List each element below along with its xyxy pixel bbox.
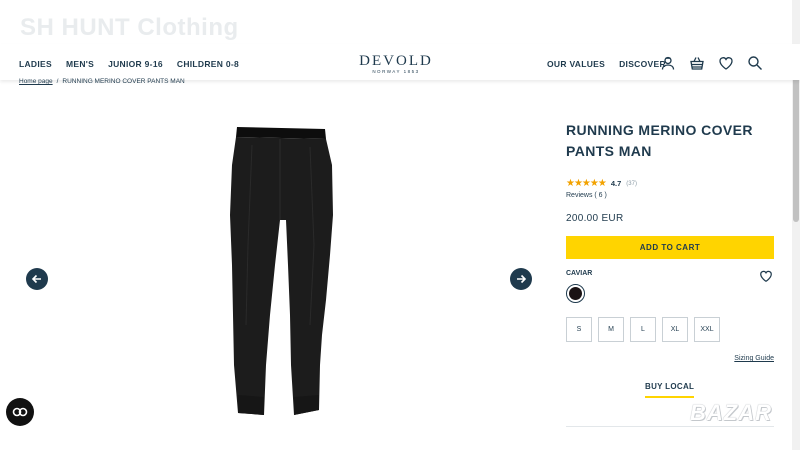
swatch-color-dot — [569, 287, 582, 300]
search-icon[interactable] — [747, 55, 763, 71]
size-option-m[interactable]: M — [598, 317, 624, 342]
arrow-right-icon — [517, 274, 527, 284]
bazar-watermark: BAZAR — [690, 400, 772, 425]
sizing-guide-link[interactable]: Sizing Guide — [734, 355, 774, 362]
nav-item-discover[interactable]: DISCOVER — [619, 59, 666, 69]
buy-local-tab[interactable]: BUY LOCAL — [645, 382, 695, 398]
wishlist-heart-icon[interactable] — [718, 55, 734, 71]
basket-icon[interactable] — [689, 55, 705, 71]
site-header: LADIES MEN'S JUNIOR 9-16 CHILDREN 0-8 DE… — [0, 44, 800, 80]
size-option-l[interactable]: L — [630, 317, 656, 342]
chat-button[interactable] — [6, 398, 34, 426]
nav-item-children[interactable]: CHILDREN 0-8 — [177, 59, 239, 69]
chat-logo-icon — [12, 407, 28, 417]
next-image-button[interactable] — [510, 268, 532, 290]
secondary-nav: OUR VALUES DISCOVER — [547, 59, 666, 69]
product-price: 200.00 EUR — [566, 213, 624, 224]
brand-logo[interactable]: DEVOLD NORWAY 1853 — [355, 53, 437, 74]
product-rating[interactable]: ★★★★★ 4.7 (37) — [566, 178, 637, 189]
watermark-text: SH HUNT Clothing — [20, 14, 239, 41]
nav-item-our-values[interactable]: OUR VALUES — [547, 59, 605, 69]
size-option-xxl[interactable]: XXL — [694, 317, 720, 342]
previous-image-button[interactable] — [26, 268, 48, 290]
logo-brand-text: DEVOLD — [359, 53, 433, 69]
color-swatch-caviar[interactable] — [566, 284, 585, 303]
breadcrumb-separator: / — [56, 78, 59, 85]
header-icons — [660, 55, 763, 71]
add-to-wishlist-heart-icon[interactable] — [759, 269, 773, 283]
account-icon[interactable] — [660, 55, 676, 71]
size-option-s[interactable]: S — [566, 317, 592, 342]
add-to-cart-button[interactable]: ADD TO CART — [566, 236, 774, 259]
product-details: RUNNING MERINO COVER PANTS MAN ★★★★★ 4.7… — [566, 120, 774, 427]
rating-count: (37) — [626, 180, 637, 187]
breadcrumb-home-link[interactable]: Home page — [19, 78, 53, 85]
rating-value: 4.7 — [610, 179, 622, 188]
rating-stars-icon: ★★★★★ — [566, 178, 607, 189]
nav-item-mens[interactable]: MEN'S — [66, 59, 94, 69]
scrollbar-thumb[interactable] — [793, 72, 799, 222]
main-nav: LADIES MEN'S JUNIOR 9-16 CHILDREN 0-8 — [19, 59, 239, 69]
nav-item-ladies[interactable]: LADIES — [19, 59, 52, 69]
arrow-left-icon — [31, 274, 41, 284]
size-option-xl[interactable]: XL — [662, 317, 688, 342]
breadcrumb: Home page / RUNNING MERINO COVER PANTS MAN — [19, 78, 185, 85]
nav-item-junior[interactable]: JUNIOR 9-16 — [108, 59, 163, 69]
reviews-link[interactable]: Reviews ( 6 ) — [566, 192, 607, 199]
product-image-pants[interactable] — [222, 125, 352, 420]
color-name: CAVIAR — [566, 270, 593, 277]
breadcrumb-current: RUNNING MERINO COVER PANTS MAN — [62, 78, 185, 85]
product-title: RUNNING MERINO COVER PANTS MAN — [566, 122, 753, 159]
section-divider — [566, 426, 774, 427]
size-selector: S M L XL XXL — [566, 317, 720, 342]
